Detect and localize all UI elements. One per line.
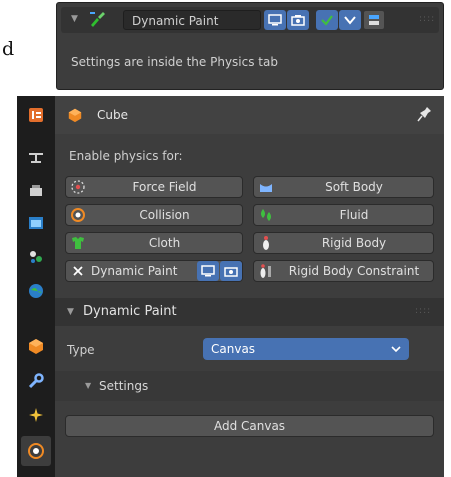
tab-output[interactable] <box>21 208 51 238</box>
tab-world[interactable] <box>21 276 51 306</box>
physics-icon <box>28 443 44 459</box>
show-in-editmode-button[interactable] <box>264 10 286 30</box>
dynamic-paint-panel-header[interactable]: ▼ Dynamic Paint :::: <box>55 298 444 326</box>
button-label: Soft Body <box>325 180 383 194</box>
rigid-body-icon <box>257 235 275 251</box>
wrench-icon <box>28 373 44 389</box>
properties-editor: Cube Enable physics for: Force Field Sof… <box>17 96 444 477</box>
button-label: Collision <box>139 208 190 222</box>
settings-subpanel-header[interactable]: ▼ Settings <box>55 371 444 401</box>
chevron-down-icon <box>391 346 401 353</box>
cube-icon <box>67 107 83 126</box>
world-icon <box>29 284 43 298</box>
drag-handle-icon[interactable]: :::: <box>415 306 431 316</box>
collapse-arrow-icon[interactable]: ▼ <box>71 14 78 24</box>
dynamic-paint-modifier-icon <box>87 9 107 32</box>
expand-arrow-icon[interactable]: ▼ <box>85 381 91 390</box>
tool-settings-icon <box>29 153 43 163</box>
modifier-header: ▼ Dynamic Paint :::: <box>61 7 439 33</box>
collision-icon <box>69 207 87 223</box>
type-value: Canvas <box>211 342 256 356</box>
panel-title: Dynamic Paint <box>83 304 177 319</box>
rigid-body-constraint-icon <box>257 263 275 279</box>
collision-button[interactable]: Collision <box>65 204 243 226</box>
chevron-down-icon <box>344 16 356 25</box>
dynamic-paint-button[interactable]: Dynamic Paint <box>65 260 243 282</box>
show-viewport-toggle[interactable] <box>197 261 219 281</box>
enable-physics-label: Enable physics for: <box>69 149 183 163</box>
add-canvas-button[interactable]: Add Canvas <box>65 415 434 437</box>
rigid-body-button[interactable]: Rigid Body <box>253 232 434 254</box>
subpanel-title: Settings <box>99 379 149 393</box>
show-render-toggle[interactable] <box>220 261 242 281</box>
properties-tab-bar <box>17 96 55 477</box>
tab-physics[interactable] <box>21 436 51 466</box>
rigid-body-constraint-button[interactable]: Rigid Body Constraint <box>253 260 434 282</box>
close-icon[interactable] <box>69 263 87 279</box>
cropped-text: d <box>2 38 15 60</box>
sparkle-icon <box>29 408 43 422</box>
drag-handle-icon[interactable]: :::: <box>419 14 435 24</box>
type-select[interactable]: Canvas <box>203 338 409 360</box>
show-render-button[interactable] <box>287 10 309 30</box>
button-label: Add Canvas <box>213 419 286 433</box>
fluid-button[interactable]: Fluid <box>253 204 434 226</box>
cloth-button[interactable]: Cloth <box>65 232 243 254</box>
pin-icon[interactable] <box>417 105 433 126</box>
enable-modifier-button[interactable] <box>316 10 338 30</box>
modifier-menu-button[interactable] <box>339 10 361 30</box>
camera-icon <box>291 15 305 26</box>
scene-icon <box>30 251 42 263</box>
button-label: Rigid Body Constraint <box>288 264 420 278</box>
tab-object[interactable] <box>21 331 51 361</box>
soft-body-button[interactable]: Soft Body <box>253 176 434 198</box>
expand-arrow-icon[interactable]: ▼ <box>67 307 74 317</box>
fluid-icon <box>257 207 275 223</box>
camera-icon <box>224 267 238 277</box>
force-field-button[interactable]: Force Field <box>65 176 243 198</box>
tab-render[interactable] <box>21 176 51 206</box>
tab-tool-settings[interactable] <box>21 143 51 173</box>
printer-icon <box>30 185 42 196</box>
button-label: Rigid Body <box>321 236 387 250</box>
tab-tool[interactable] <box>21 100 51 130</box>
force-field-icon <box>69 179 87 195</box>
button-label: Cloth <box>148 236 181 250</box>
object-context-header: Cube <box>55 96 444 134</box>
tab-modifiers[interactable] <box>21 366 51 396</box>
monitor-icon <box>201 265 215 277</box>
modifier-info-text: Settings are inside the Physics tab <box>71 55 278 69</box>
cloth-icon <box>69 235 87 251</box>
tab-particles[interactable] <box>21 400 51 430</box>
image-icon <box>29 217 43 229</box>
physics-properties: Cube Enable physics for: Force Field Sof… <box>55 96 444 477</box>
monitor-icon <box>268 14 282 26</box>
checkmark-icon <box>321 15 333 26</box>
soft-body-icon <box>257 179 275 195</box>
tab-view-layer[interactable] <box>21 242 51 272</box>
editor-type-icon <box>29 108 43 122</box>
button-label: Force Field <box>132 180 197 194</box>
object-name: Cube <box>97 108 128 122</box>
button-label: Dynamic Paint <box>91 264 178 278</box>
apply-icon <box>369 15 379 25</box>
apply-button[interactable] <box>363 10 385 30</box>
cube-icon <box>29 339 43 354</box>
button-label: Fluid <box>339 208 369 222</box>
type-label: Type <box>67 343 95 357</box>
modifier-panel: ▼ Dynamic Paint :::: Settings are inside… <box>56 2 444 90</box>
modifier-name-field[interactable]: Dynamic Paint <box>123 10 261 30</box>
